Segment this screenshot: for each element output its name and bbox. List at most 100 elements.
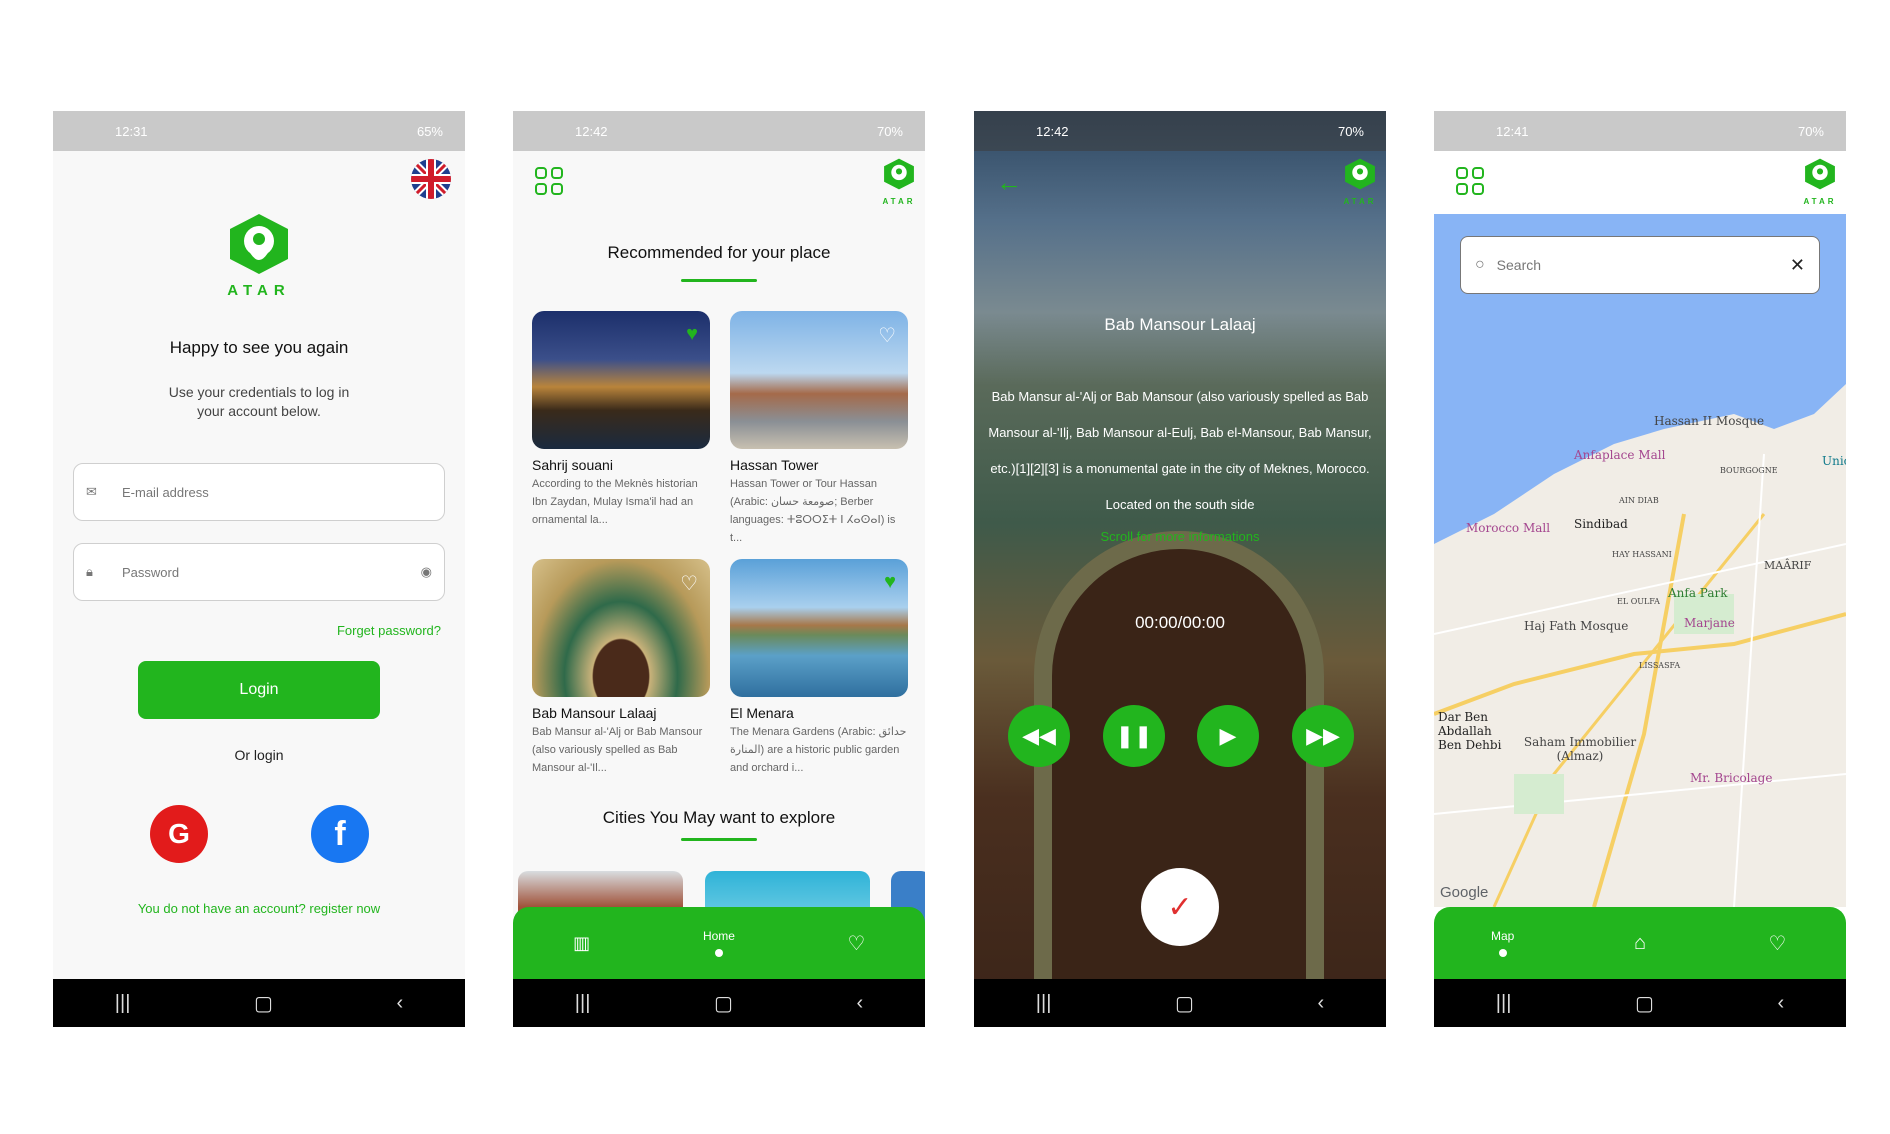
place-card[interactable]: ♥ Sahrij souani According to the Meknès … [532,311,710,529]
place-card[interactable]: ♥ El Menara The Menara Gardens (Arabic: … [730,559,908,777]
map-screen: 12:41 70% ATAR Hassan II Mosque Anfaplac… [1434,111,1846,1027]
place-card[interactable]: ♡ Hassan Tower Hassan Tower or Tour Hass… [730,311,908,547]
mail-icon: ✉ [86,484,97,499]
scroll-hint[interactable]: Scroll for more informations [974,529,1386,544]
status-bar: 12:42 70% [974,111,1386,151]
play-button[interactable]: ▶ [1197,705,1259,767]
menu-grid-icon[interactable] [1456,167,1484,195]
home-icon[interactable]: ▢ [714,991,733,1016]
place-name: El Menara [730,705,794,721]
map-label: EL OULFA [1617,597,1660,606]
map-label: AIN DIAB [1619,496,1659,505]
password-field[interactable]: 🔒︎ Password ◉ [73,543,445,601]
status-bar: 12:41 70% [1434,111,1846,151]
subtitle-line2: your account below. [197,403,321,419]
or-login-label: Or login [234,747,284,763]
place-image: ♥ [532,311,710,449]
back-arrow-icon[interactable]: ← [996,167,1022,198]
favorite-heart-icon[interactable]: ♡ [680,571,698,596]
eye-icon[interactable]: ◉ [421,564,432,580]
register-link[interactable]: You do not have an account? register now [53,901,465,916]
home-icon[interactable]: ▢ [1635,991,1654,1016]
back-icon[interactable]: ‹ [857,992,864,1015]
search-bar[interactable]: ○ Search ✕ [1460,236,1820,294]
home-screen: 12:42 70% ATAR Recommended for your plac… [513,111,925,1027]
atar-logo: ATAR [221,211,297,299]
menu-grid-icon[interactable] [535,167,563,195]
password-placeholder: Password [122,564,180,580]
facebook-login-button[interactable]: f [311,805,369,863]
bottom-nav: Map ⌂ ♡ [1434,907,1846,979]
atar-logo: ATAR [1340,156,1380,206]
uk-flag-icon[interactable] [411,159,451,199]
subtitle-line1: Use your credentials to log in [168,384,350,400]
cities-title: Cities You May want to explore [602,808,836,827]
battery-level: 70% [1337,123,1364,139]
recents-icon[interactable]: ||| [1036,992,1052,1015]
place-name: Hassan Tower [730,457,819,473]
close-icon[interactable]: ✕ [1790,255,1805,276]
atar-logo: ATAR [879,156,919,206]
status-time: 12:41 [1496,123,1529,139]
place-name: Sahrij souani [532,457,613,473]
map-label: BOURGOGNE [1720,466,1778,475]
forgot-password-link[interactable]: Forget password? [337,623,441,638]
map-label: Hassan II Mosque [1654,414,1765,428]
google-login-button[interactable]: G [150,805,208,863]
map-label: LISSASFA [1639,661,1681,670]
recents-icon[interactable]: ||| [115,992,131,1015]
visited-check-button[interactable]: ✓ [1141,868,1219,946]
logo-text: ATAR [1803,197,1837,206]
place-title: Bab Mansour Lalaaj [1104,315,1256,334]
nav-home[interactable]: Home [674,929,764,957]
map-label: MAÂRIF [1764,559,1812,572]
map-view[interactable]: Hassan II Mosque Anfaplace Mall BOURGOGN… [1434,214,1846,907]
nav-map[interactable]: Map [1458,929,1548,957]
forward-button[interactable]: ▶▶ [1292,705,1354,767]
map-label: Morocco Mall [1466,521,1551,535]
rewind-button[interactable]: ◀◀ [1008,705,1070,767]
detail-screen: 12:42 70% ← ATAR Bab Mansour Lalaaj Bab … [974,111,1386,1027]
place-desc: Hassan Tower or Tour Hassan (Arabic: صوم… [730,478,896,544]
battery-level: 70% [1797,123,1824,139]
search-input[interactable]: Search [1497,257,1790,273]
favorite-heart-icon[interactable]: ♥ [686,323,698,346]
email-field[interactable]: ✉ E-mail address [73,463,445,521]
status-bar: 12:42 70% [513,111,925,151]
place-desc: According to the Meknès historian Ibn Za… [532,478,698,526]
nav-home-icon[interactable]: ⌂ [1595,932,1685,955]
battery-level: 65% [416,123,443,139]
logo-text: ATAR [882,197,916,206]
place-image: ♥ [730,559,908,697]
map-label: Anfa Park [1668,586,1728,600]
atar-logo: ATAR [1800,156,1840,206]
search-icon: ○ [1475,256,1485,273]
status-time: 12:42 [575,123,608,139]
back-icon[interactable]: ‹ [1778,992,1785,1015]
place-card[interactable]: ♡ Bab Mansour Lalaaj Bab Mansur al-'Alj … [532,559,710,777]
nav-map-icon[interactable]: ▥ [537,933,627,954]
home-icon[interactable]: ▢ [1175,991,1194,1016]
nav-favorites-icon[interactable]: ♡ [811,931,901,956]
home-icon[interactable]: ▢ [254,991,273,1016]
favorite-heart-icon[interactable]: ♥ [884,571,896,594]
back-icon[interactable]: ‹ [1318,992,1325,1015]
system-navbar: ||| ▢ ‹ [53,979,465,1027]
place-desc: The Menara Gardens (Arabic: حدائق المنار… [730,726,907,774]
email-placeholder: E-mail address [122,484,209,500]
recents-icon[interactable]: ||| [1496,992,1512,1015]
audio-timer: 00:00/00:00 [1135,613,1225,632]
status-time: 12:31 [115,123,148,139]
place-image: ♡ [730,311,908,449]
recents-icon[interactable]: ||| [575,992,591,1015]
logo-text: ATAR [227,282,291,299]
welcome-heading: Happy to see you again [169,338,349,357]
nav-favorites-icon[interactable]: ♡ [1732,931,1822,956]
favorite-heart-icon[interactable]: ♡ [878,323,896,348]
back-icon[interactable]: ‹ [397,992,404,1015]
login-button[interactable]: Login [138,661,380,719]
map-label: Unic [1822,454,1846,468]
battery-level: 70% [876,123,903,139]
pause-button[interactable]: ❚❚ [1103,705,1165,767]
system-navbar: ||| ▢ ‹ [974,979,1386,1027]
